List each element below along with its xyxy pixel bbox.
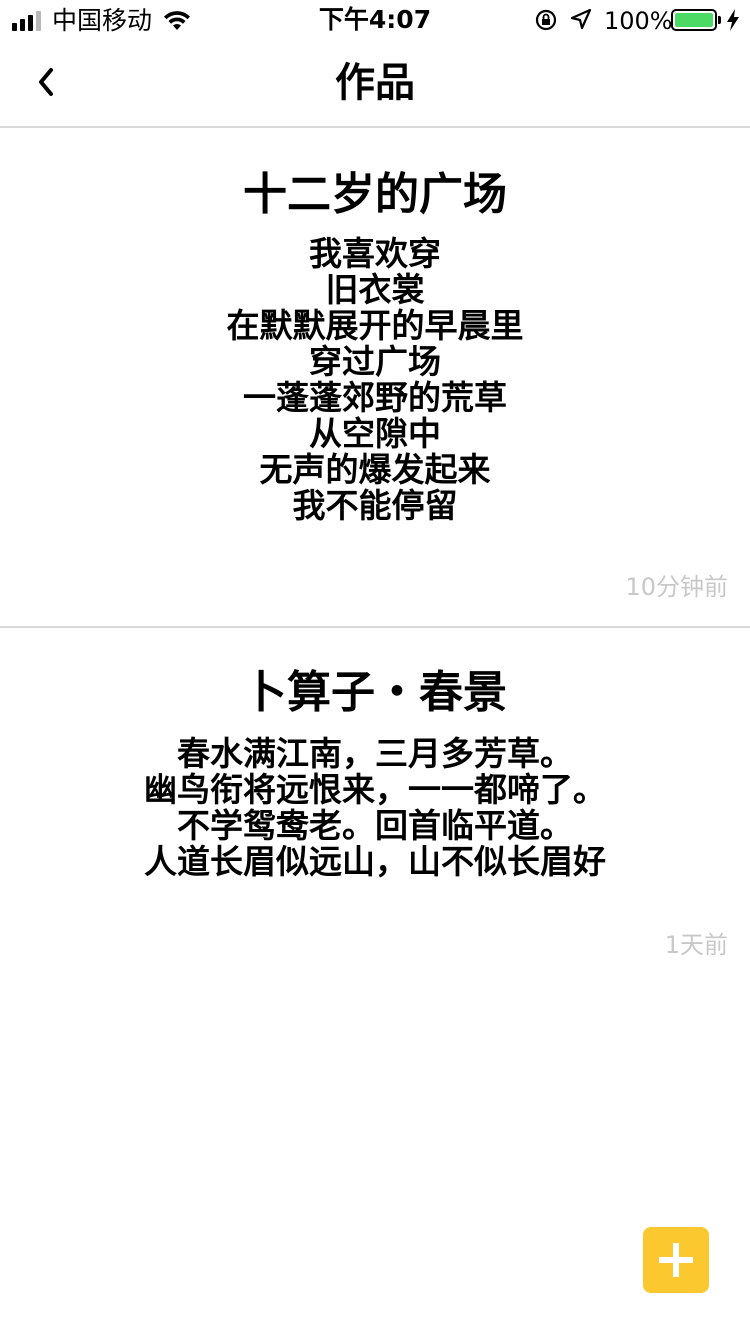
poem-line: 在默默展开的早晨里 <box>226 306 524 345</box>
poem-timestamp: 10分钟前 <box>625 573 728 601</box>
screen: 中国移动 下午4:07 100% 作品 十二岁的广场 我喜欢穿 旧衣裳 在默默展… <box>0 0 750 1334</box>
poem-body: 春水满江南，三月多芳草。 幽鸟衔将远恨来，一一都啼了。 不学鸳鸯老。回首临平道。… <box>0 736 750 880</box>
add-button[interactable] <box>643 1227 709 1293</box>
status-bar: 中国移动 下午4:07 100% <box>0 0 750 40</box>
poem-line: 一蓬蓬郊野的荒草 <box>243 378 507 417</box>
location-icon <box>570 8 592 30</box>
plus-icon <box>659 1243 693 1277</box>
poem-timestamp: 1天前 <box>664 931 728 959</box>
battery-icon <box>671 9 721 31</box>
poem-title: 卜算子・春景 <box>243 667 507 718</box>
nav-bar: 作品 <box>0 40 750 128</box>
poem-line: 从空隙中 <box>309 414 441 453</box>
page-title: 作品 <box>335 60 415 106</box>
poem-line: 春水满江南，三月多芳草。 <box>177 734 573 773</box>
poem-line: 人道长眉似远山，山不似长眉好 <box>144 842 606 881</box>
poem-line: 无声的爆发起来 <box>259 450 491 489</box>
poem-line: 穿过广场 <box>309 342 441 381</box>
poem-body: 我喜欢穿 旧衣裳 在默默展开的早晨里 穿过广场 一蓬蓬郊野的荒草 从空隙中 无声… <box>0 236 750 524</box>
orientation-lock-icon <box>535 9 557 31</box>
poem-card[interactable]: 十二岁的广场 我喜欢穿 旧衣裳 在默默展开的早晨里 穿过广场 一蓬蓬郊野的荒草 … <box>0 128 750 628</box>
poem-line: 我喜欢穿 <box>309 234 441 273</box>
poem-line: 旧衣裳 <box>325 270 425 309</box>
poem-line: 幽鸟衔将远恨来，一一都啼了。 <box>144 770 606 809</box>
poem-card[interactable]: 卜算子・春景 春水满江南，三月多芳草。 幽鸟衔将远恨来，一一都啼了。 不学鸳鸯老… <box>0 628 750 978</box>
poem-line: 我不能停留 <box>292 486 458 525</box>
charging-icon <box>727 9 739 31</box>
poem-title: 十二岁的广场 <box>243 169 507 220</box>
poem-line: 不学鸳鸯老。回首临平道。 <box>177 806 573 845</box>
battery-percent: 100% <box>604 7 673 35</box>
